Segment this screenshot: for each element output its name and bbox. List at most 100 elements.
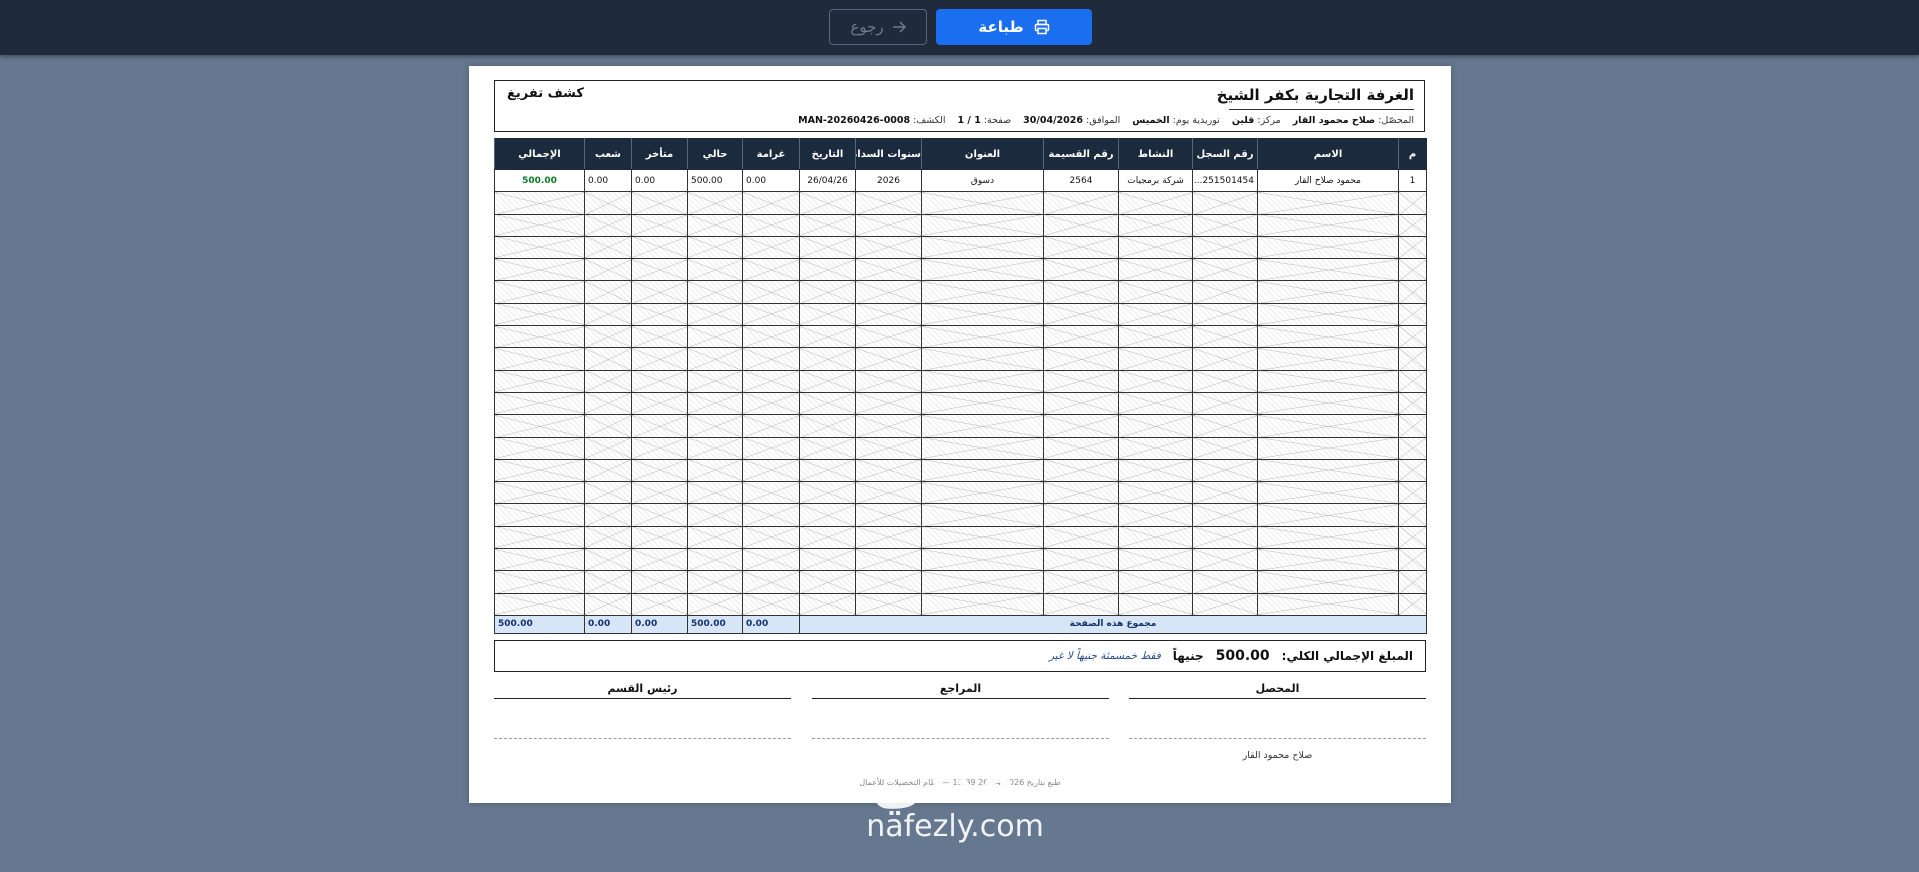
empty-cell: [584, 570, 632, 594]
empty-cell: [1192, 347, 1258, 371]
empty-cell: [1398, 458, 1427, 483]
report-paper: الغرفة التجارية بكفر الشيخ كشف تفريغ الم…: [469, 66, 1451, 803]
print-button[interactable]: طباعة: [936, 9, 1092, 45]
empty-cell: [855, 213, 922, 237]
report-title: الغرفة التجارية بكفر الشيخ: [1216, 86, 1414, 104]
arrow-right-icon: [892, 21, 906, 33]
empty-cell: [687, 191, 743, 215]
grand-total-box: المبلغ الإجمالي الكلي: 500.00 جنيهاً فقط…: [494, 640, 1426, 672]
empty-cell: [1257, 369, 1399, 393]
empty-cell: [1043, 570, 1119, 594]
empty-cell: [1118, 280, 1193, 304]
report-subtitle: كشف تفريغ: [507, 86, 584, 101]
col-register: رقم السجل: [1192, 138, 1258, 170]
empty-cell: [687, 503, 743, 527]
empty-cell: [1192, 302, 1258, 327]
empty-cell: [1398, 235, 1427, 260]
empty-cell: [855, 347, 922, 371]
empty-cell: [687, 570, 743, 594]
printer-icon: [1034, 19, 1049, 35]
signature-reviewer: المراجع: [812, 682, 1109, 739]
empty-cell: [1043, 235, 1119, 260]
empty-cell: [584, 325, 632, 349]
empty-cell: [799, 481, 856, 505]
empty-cell: [1118, 302, 1193, 327]
col-activity: النشاط: [1118, 138, 1193, 170]
table-row-empty: [494, 570, 1427, 594]
cell-receipt: 2564: [1043, 168, 1119, 193]
empty-cell: [494, 481, 585, 505]
empty-cell: [631, 213, 688, 237]
empty-cell: [921, 280, 1044, 304]
table-row-empty: [494, 414, 1427, 438]
empty-cell: [687, 347, 743, 371]
cell-late: 0.00: [631, 168, 688, 193]
empty-cell: [1043, 592, 1119, 616]
empty-cell: [921, 436, 1044, 460]
empty-cell: [631, 503, 688, 527]
empty-cell: [1192, 458, 1258, 483]
empty-cell: [1118, 325, 1193, 349]
signature-name: صلاح محمود القار: [1242, 750, 1313, 761]
signature-collector: المحصل صلاح محمود القار: [1129, 682, 1426, 761]
empty-cell: [584, 302, 632, 327]
empty-cell: [921, 548, 1044, 572]
empty-cell: [494, 258, 585, 282]
empty-cell: [1043, 280, 1119, 304]
empty-cell: [1043, 347, 1119, 371]
empty-cell: [1257, 436, 1399, 460]
grand-total-label: المبلغ الإجمالي الكلي:: [1281, 649, 1413, 663]
cell-years: 2026: [855, 168, 922, 193]
page-sum-fine: 0.00: [742, 614, 800, 634]
meta-sheet-id: الكشف: MAN-20260426-0008: [798, 115, 946, 126]
empty-cell: [631, 191, 688, 215]
empty-cell: [1257, 481, 1399, 505]
empty-cell: [631, 525, 688, 550]
empty-cell: [1043, 369, 1119, 393]
cell-fine: 0.00: [742, 168, 800, 193]
empty-cell: [1398, 391, 1427, 416]
col-total: الإجمالي: [494, 138, 585, 170]
empty-cell: [1043, 436, 1119, 460]
empty-cell: [494, 570, 585, 594]
grand-total-words: فقط خمسمئة جنيهاً لا غير: [1048, 650, 1161, 662]
empty-cell: [631, 458, 688, 483]
empty-cell: [921, 302, 1044, 327]
empty-cell: [921, 503, 1044, 527]
empty-cell: [1192, 570, 1258, 594]
title-underline: [1229, 109, 1414, 110]
col-name: الاسم: [1257, 138, 1399, 170]
empty-cell: [687, 213, 743, 237]
empty-cell: [1192, 213, 1258, 237]
empty-cell: [1118, 436, 1193, 460]
back-button[interactable]: رجوع: [829, 9, 927, 45]
empty-cell: [687, 280, 743, 304]
empty-cell: [1257, 347, 1399, 371]
empty-cell: [584, 235, 632, 260]
empty-cell: [742, 280, 800, 304]
empty-cell: [742, 592, 800, 616]
empty-cell: [1257, 302, 1399, 327]
page-sum-late: 0.00: [631, 614, 688, 634]
cell-name: محمود صلاح القار: [1257, 168, 1399, 193]
signature-line: [1129, 738, 1426, 739]
col-current: حالي: [687, 138, 743, 170]
empty-cell: [1043, 258, 1119, 282]
meta-center: مركز: قلين: [1231, 115, 1281, 126]
empty-cell: [855, 458, 922, 483]
empty-cell: [1398, 325, 1427, 349]
empty-cell: [1043, 325, 1119, 349]
empty-cell: [742, 213, 800, 237]
empty-cell: [1398, 436, 1427, 460]
print-button-label: طباعة: [978, 18, 1024, 36]
empty-cell: [1192, 325, 1258, 349]
empty-cell: [1398, 548, 1427, 572]
empty-cell: [687, 414, 743, 438]
empty-cell: [799, 213, 856, 237]
empty-cell: [921, 235, 1044, 260]
empty-cell: [494, 414, 585, 438]
table-row-empty: [494, 481, 1427, 505]
empty-cell: [687, 525, 743, 550]
empty-cell: [494, 503, 585, 527]
empty-cell: [631, 280, 688, 304]
